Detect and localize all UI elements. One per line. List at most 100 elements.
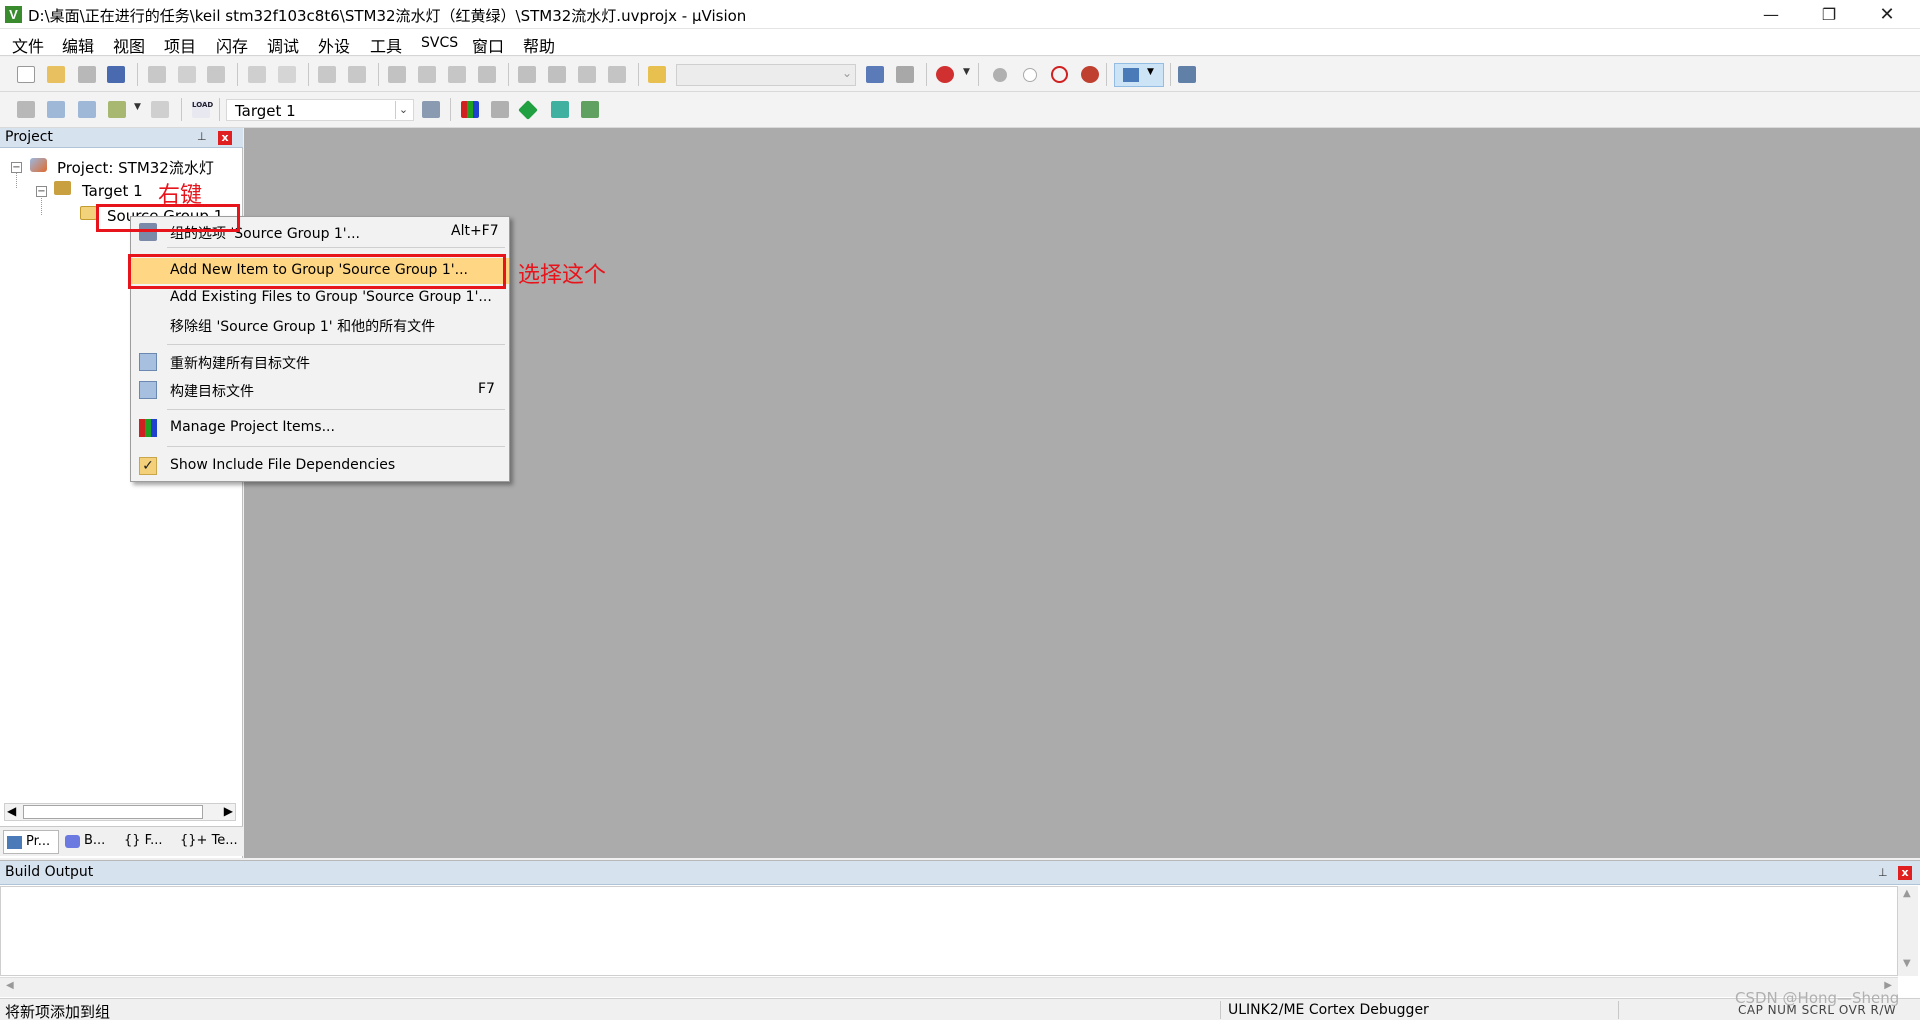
pack-installer-icon[interactable] [518, 100, 538, 120]
watermark: CSDN @Hong—Sheng [1735, 989, 1900, 1007]
tab-templates[interactable]: {}+ Te... [176, 830, 238, 854]
disable-breakpoint-icon[interactable] [1023, 68, 1037, 82]
undo-icon[interactable] [248, 66, 266, 83]
menu-separator [167, 247, 505, 248]
toolbar-separator [181, 98, 182, 121]
select-packs-icon[interactable] [491, 101, 509, 118]
tree-target-node[interactable]: Target 1 [82, 182, 143, 200]
tab-label: {}+ Te... [180, 833, 238, 848]
build-icon[interactable] [47, 101, 65, 118]
tree-collapse-toggle[interactable]: − [11, 162, 22, 173]
next-bookmark-icon[interactable] [448, 66, 466, 83]
rebuild-icon[interactable] [78, 101, 96, 118]
maximize-button[interactable]: ❐ [1800, 0, 1858, 29]
scroll-right-icon[interactable]: ▶ [224, 804, 233, 818]
menu-peripherals[interactable]: 外设 [318, 33, 350, 57]
vertical-scrollbar[interactable]: ▲ ▼ [1898, 886, 1918, 976]
toolbar-separator [978, 63, 979, 86]
menu-tools[interactable]: 工具 [370, 33, 402, 57]
menu-window[interactable]: 窗口 [472, 33, 504, 57]
batch-build-icon[interactable] [108, 101, 126, 118]
incremental-find-icon[interactable] [896, 66, 914, 83]
dropdown-arrow-icon[interactable]: ▼ [1147, 67, 1154, 77]
tree-collapse-toggle[interactable]: − [36, 186, 47, 197]
chevron-down-icon[interactable]: ⌄ [842, 66, 852, 80]
horizontal-scrollbar[interactable]: ◀ ▶ [0, 977, 1898, 997]
chevron-down-icon[interactable]: ⌄ [395, 101, 411, 119]
cm-manage-project-items[interactable]: Manage Project Items... [131, 415, 509, 441]
save-icon[interactable] [78, 66, 96, 83]
menu-view[interactable]: 视图 [113, 33, 145, 57]
window-layout-button[interactable]: ▼ [1114, 63, 1164, 87]
menu-edit[interactable]: 编辑 [62, 33, 94, 57]
pin-icon[interactable]: ⊥ [1878, 866, 1888, 879]
horizontal-scrollbar[interactable]: ◀ ▶ [4, 803, 236, 821]
save-all-icon[interactable] [107, 66, 125, 83]
menu-project[interactable]: 项目 [164, 33, 196, 57]
scroll-left-icon[interactable]: ◀ [7, 804, 16, 818]
close-icon[interactable]: x [218, 131, 232, 145]
cm-show-include-deps[interactable]: ✓ Show Include File Dependencies [131, 453, 509, 479]
tab-books[interactable]: B... [62, 830, 114, 854]
build-output-text[interactable] [0, 886, 1898, 976]
dropdown-arrow-icon[interactable]: ▼ [134, 102, 141, 112]
close-icon[interactable]: x [1898, 866, 1912, 880]
breakpoint-icon[interactable] [993, 68, 1007, 82]
new-file-icon[interactable] [17, 66, 35, 83]
load-download-icon[interactable]: LOAD [192, 101, 213, 118]
runtime-environment-icon[interactable] [551, 101, 569, 118]
copy-icon[interactable] [178, 66, 196, 83]
toolbar-separator [1170, 63, 1171, 86]
navigate-back-icon[interactable] [318, 66, 336, 83]
tab-project[interactable]: Pr... [3, 830, 59, 854]
navigate-forward-icon[interactable] [348, 66, 366, 83]
unindent-icon[interactable] [548, 66, 566, 83]
debug-session-icon[interactable] [936, 66, 954, 83]
menu-help[interactable]: 帮助 [523, 33, 555, 57]
cut-icon[interactable] [148, 66, 166, 83]
toolbar-separator [508, 63, 509, 86]
menu-flash[interactable]: 闪存 [216, 33, 248, 57]
layout-icon [1123, 68, 1139, 82]
stop-build-icon[interactable] [151, 101, 169, 118]
indent-icon[interactable] [518, 66, 536, 83]
pack-manager-icon[interactable] [581, 101, 599, 118]
tab-functions[interactable]: {} F... [118, 830, 172, 854]
cm-rebuild-all[interactable]: 重新构建所有目标文件 [131, 349, 509, 375]
toolbar-separator [137, 63, 138, 86]
clear-bookmarks-icon[interactable] [478, 66, 496, 83]
open-file-icon[interactable] [47, 66, 65, 83]
dropdown-arrow-icon[interactable]: ▼ [963, 67, 970, 77]
scroll-left-icon[interactable]: ◀ [6, 980, 14, 991]
cm-label: 重新构建所有目标文件 [170, 356, 310, 372]
find-combo-box[interactable]: ⌄ [676, 64, 856, 86]
bookmark-icon[interactable] [388, 66, 406, 83]
cm-build-target[interactable]: 构建目标文件 F7 [131, 377, 509, 403]
scrollbar-thumb[interactable] [23, 805, 203, 819]
pin-icon[interactable]: ⊥ [197, 130, 207, 143]
menu-debug[interactable]: 调试 [267, 33, 299, 57]
manage-project-items-icon[interactable] [461, 101, 479, 118]
scroll-down-icon[interactable]: ▼ [1903, 958, 1911, 969]
scroll-up-icon[interactable]: ▲ [1903, 888, 1911, 899]
menu-svcs[interactable]: SVCS [421, 35, 458, 51]
disable-all-breakpoints-icon[interactable] [1051, 66, 1068, 83]
target-select[interactable]: Target 1 ⌄ [226, 99, 414, 121]
prev-bookmark-icon[interactable] [418, 66, 436, 83]
cm-remove-group[interactable]: 移除组 'Source Group 1' 和他的所有文件 [131, 312, 509, 338]
status-divider [1618, 1001, 1619, 1019]
configure-wrench-icon[interactable] [1178, 66, 1196, 83]
comment-icon[interactable] [578, 66, 596, 83]
find-in-files-icon[interactable] [648, 66, 666, 83]
close-window-button[interactable]: ✕ [1858, 0, 1916, 29]
menu-file[interactable]: 文件 [12, 33, 44, 57]
translate-icon[interactable] [17, 101, 35, 118]
paste-icon[interactable] [207, 66, 225, 83]
tree-project-node[interactable]: Project: STM32流水灯 [57, 157, 214, 178]
redo-icon[interactable] [278, 66, 296, 83]
minimize-button[interactable]: — [1742, 0, 1800, 29]
find-icon[interactable] [866, 66, 884, 83]
uncomment-icon[interactable] [608, 66, 626, 83]
kill-all-breakpoints-icon[interactable] [1081, 66, 1099, 83]
target-options-wand-icon[interactable] [422, 101, 440, 118]
